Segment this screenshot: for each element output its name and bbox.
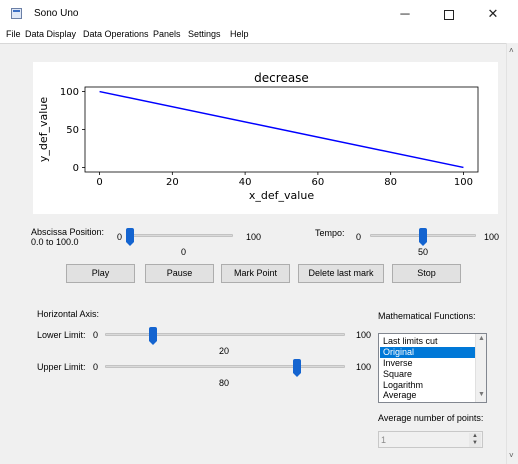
menu-file[interactable]: File	[6, 29, 21, 39]
menu-help[interactable]: Help	[230, 29, 249, 39]
x-tick-label: 100	[454, 177, 473, 188]
abscissa-value-label: 0	[181, 247, 187, 257]
close-button[interactable]: ✕	[478, 3, 508, 25]
x-tick-label: 20	[166, 177, 179, 188]
app-icon	[11, 8, 22, 19]
lower-limit-value-label: 20	[219, 346, 230, 356]
abscissa-min-label: 0	[117, 232, 123, 242]
spin-down-icon[interactable]: ▼	[469, 440, 481, 447]
average-points-input[interactable]	[381, 434, 465, 446]
series-line	[99, 90, 464, 169]
menu-settings[interactable]: Settings	[188, 29, 221, 39]
mark-point-button[interactable]: Mark Point	[221, 264, 290, 283]
x-tick-label: 80	[384, 177, 397, 188]
math-functions-list[interactable]: Last limits cut Original Inverse Square …	[378, 333, 487, 403]
x-tick-label: 40	[239, 177, 252, 188]
plot-panel: decrease 0 20 40 60 80 100 0 50 100 x_def_value y_d…	[33, 62, 498, 214]
list-item[interactable]: Last limits cut	[380, 336, 475, 347]
tempo-value-label: 50	[418, 247, 429, 257]
maximize-icon	[444, 9, 454, 20]
x-axis-label: x_def_value	[249, 189, 314, 202]
lower-limit-slider-handle[interactable]	[149, 327, 157, 345]
math-functions-label: Mathematical Functions:	[378, 311, 476, 321]
lower-limit-slider[interactable]	[105, 333, 345, 336]
window-title: Sono Uno	[34, 8, 79, 19]
chevron-up-icon[interactable]: ▲	[478, 335, 485, 342]
tempo-max-label: 100	[484, 232, 500, 242]
abscissa-slider[interactable]	[130, 234, 233, 237]
scroll-up-arrow-icon[interactable]: ˄	[509, 46, 514, 55]
lower-limit-max-label: 100	[356, 330, 372, 340]
y-axis-label: y_def_value	[37, 97, 50, 162]
menu-panels[interactable]: Panels	[153, 29, 181, 39]
upper-limit-slider-handle[interactable]	[293, 359, 301, 377]
horizontal-axis-label: Horizontal Axis:	[37, 309, 100, 319]
list-scrollbar[interactable]: ▲ ▼	[475, 334, 486, 402]
y-tick-label: 100	[60, 87, 79, 98]
delete-last-mark-button[interactable]: Delete last mark	[298, 264, 384, 283]
x-tick-label: 60	[312, 177, 325, 188]
x-tick-label: 0	[96, 177, 102, 188]
abscissa-max-label: 100	[246, 232, 262, 242]
list-item[interactable]: Original	[380, 347, 475, 358]
minimize-button[interactable]: ─	[390, 3, 420, 25]
list-item[interactable]: Average	[380, 390, 475, 401]
abscissa-position-label: Abscissa Position:	[31, 227, 105, 237]
window-scrollbar[interactable]	[506, 43, 518, 464]
upper-limit-slider[interactable]	[105, 365, 345, 368]
upper-limit-label: Upper Limit:	[37, 362, 86, 372]
average-points-label: Average number of points:	[378, 413, 484, 423]
menu-data-operations[interactable]: Data Operations	[83, 29, 149, 39]
lower-limit-min-label: 0	[93, 330, 99, 340]
upper-limit-value-label: 80	[219, 378, 230, 388]
average-points-spinbox[interactable]: ▲ ▼	[378, 431, 483, 448]
upper-limit-min-label: 0	[93, 362, 99, 372]
y-tick-label: 0	[73, 163, 79, 174]
chart-title: decrease	[254, 71, 309, 85]
upper-limit-max-label: 100	[356, 362, 372, 372]
line-chart: decrease 0 20 40 60 80 100 0 50 100 x_def_value y_d…	[37, 71, 479, 202]
tempo-label: Tempo:	[315, 228, 345, 238]
lower-limit-label: Lower Limit:	[37, 330, 86, 340]
chevron-down-icon[interactable]: ▼	[478, 391, 485, 398]
menu-bar: File Data Display Data Operations Panels…	[0, 27, 518, 43]
maximize-button[interactable]	[434, 3, 464, 25]
scroll-down-arrow-icon[interactable]: ˅	[509, 451, 514, 460]
abscissa-slider-handle[interactable]	[126, 228, 134, 246]
y-tick-label: 50	[66, 125, 79, 136]
stop-button[interactable]: Stop	[392, 264, 461, 283]
list-item[interactable]: Square	[380, 369, 475, 380]
spin-up-icon[interactable]: ▲	[469, 433, 481, 440]
tempo-min-label: 0	[356, 232, 362, 242]
tempo-slider-handle[interactable]	[419, 228, 427, 246]
pause-button[interactable]: Pause	[145, 264, 214, 283]
abscissa-range-label: 0.0 to 100.0	[31, 237, 79, 247]
play-button[interactable]: Play	[66, 264, 135, 283]
list-item[interactable]: Inverse	[380, 358, 475, 369]
menu-data-display[interactable]: Data Display	[25, 29, 76, 39]
title-bar: Sono Uno ─ ✕	[0, 0, 518, 27]
